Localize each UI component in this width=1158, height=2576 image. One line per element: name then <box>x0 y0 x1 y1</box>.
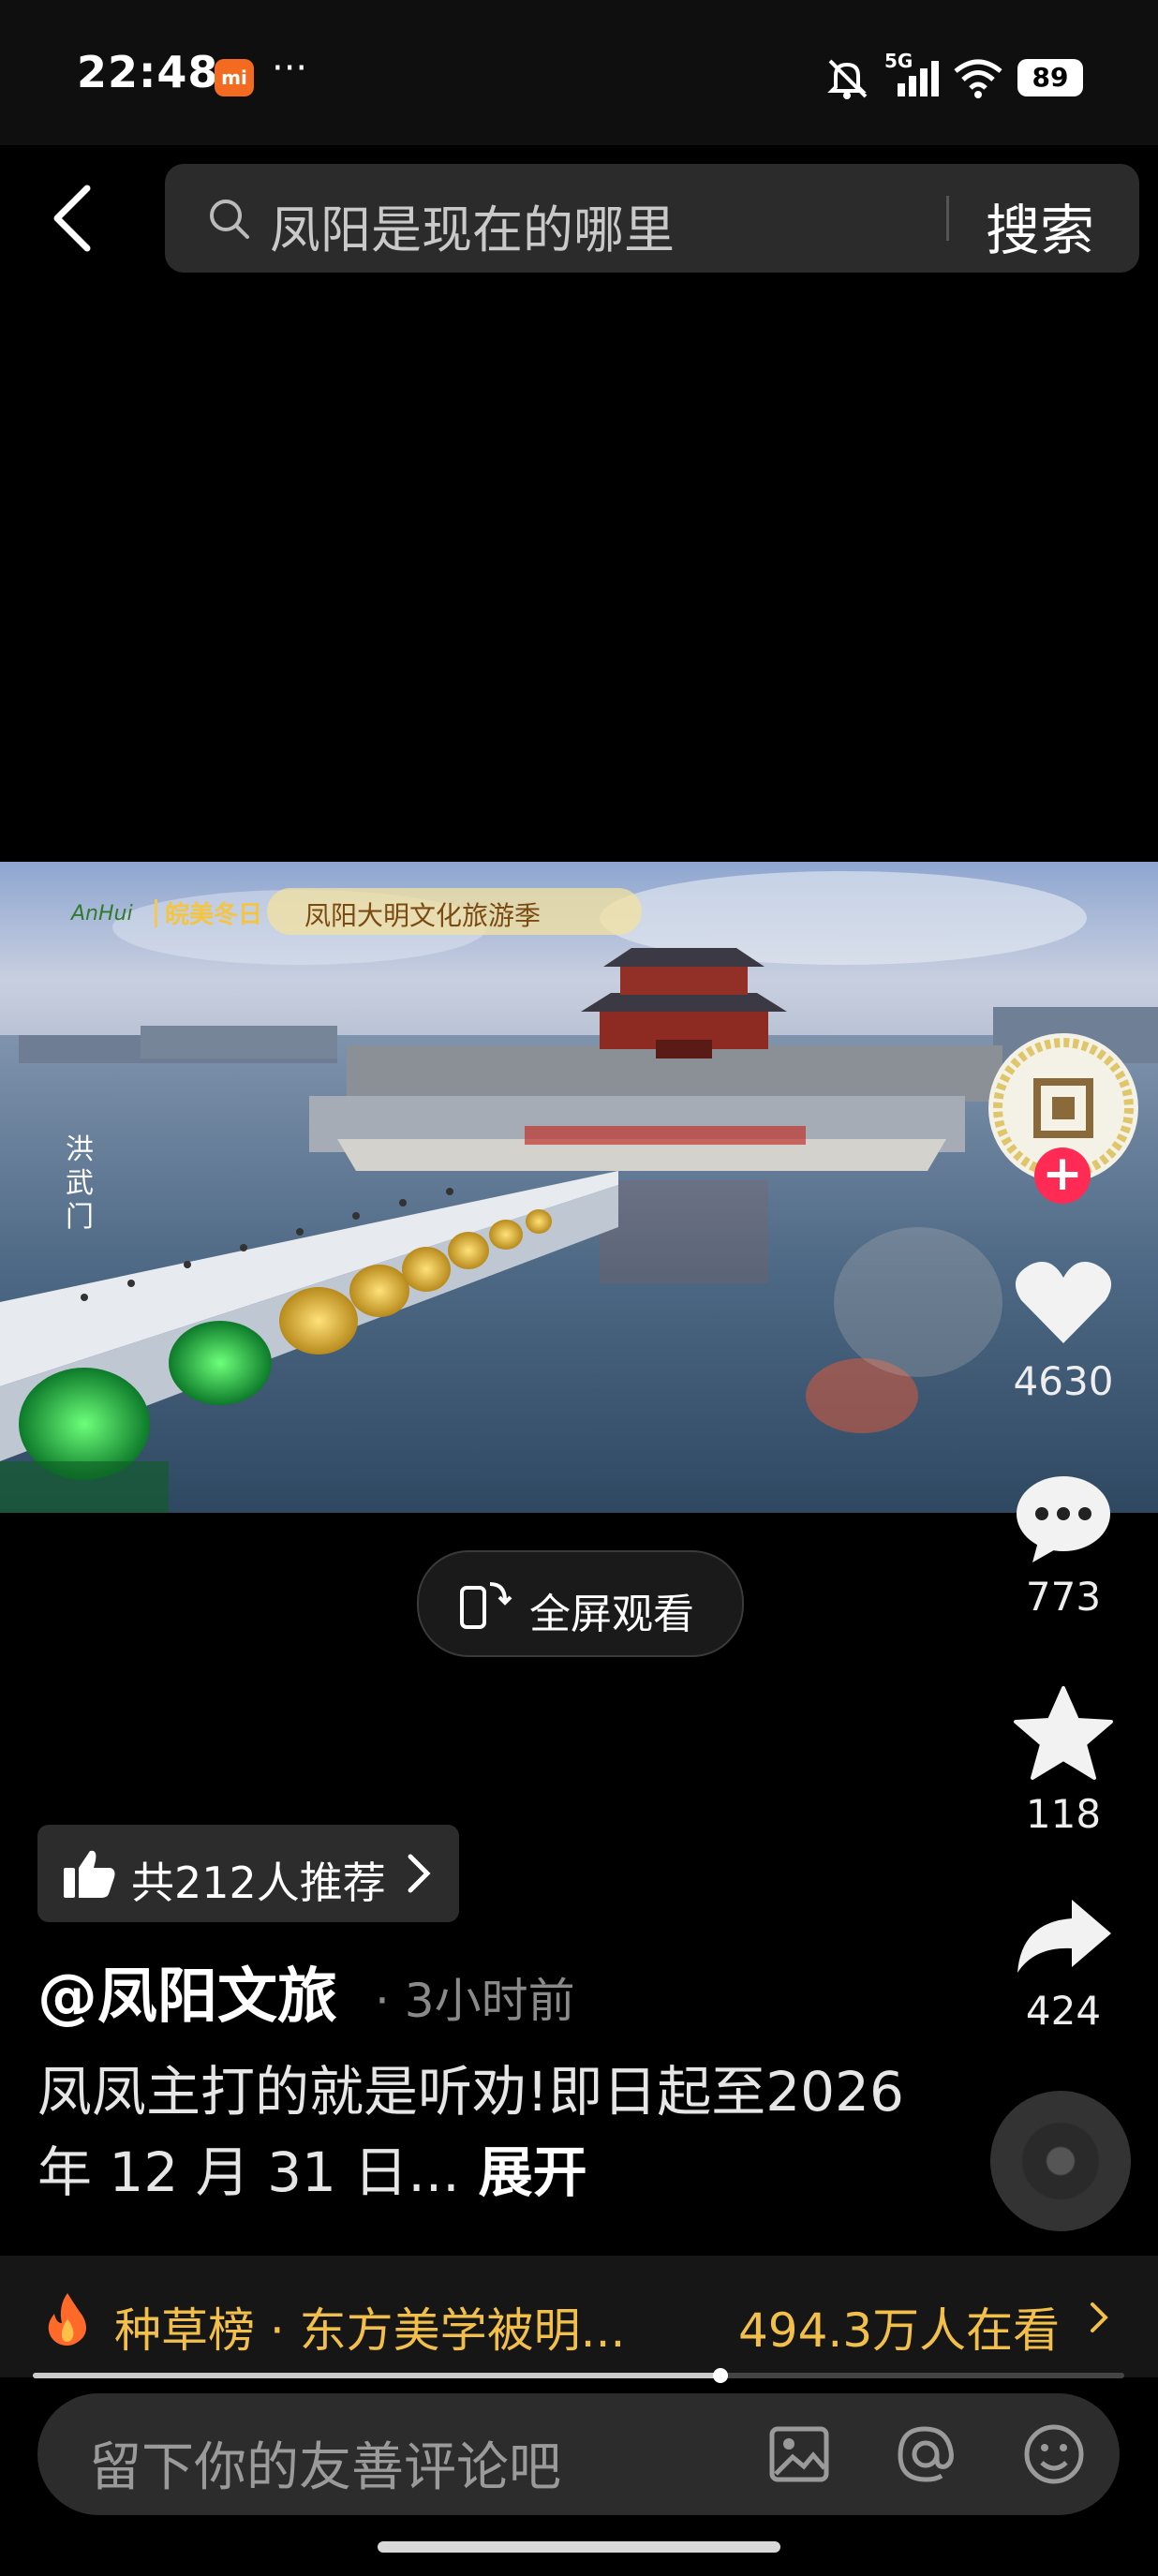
image-icon[interactable] <box>766 2421 832 2487</box>
video-frame: AnHui <box>0 862 1158 1513</box>
mi-notification-icon: mi <box>215 59 254 96</box>
caption[interactable]: 凤凤主打的就是听劝!即日起至2026 年 12 月 31 日... 展开 <box>37 2051 956 2213</box>
like-action[interactable]: 4630 <box>993 1255 1134 1404</box>
video-player[interactable]: AnHui 皖美冬日 凤阳大明文化旅游季 洪武门 <box>0 862 1158 1513</box>
trending-title: 种草榜 · 东方美学被明... <box>114 2303 626 2358</box>
search-divider <box>946 196 949 241</box>
back-arrow-icon[interactable] <box>42 181 108 256</box>
search-icon <box>210 200 249 239</box>
clock: 22:48 <box>77 47 219 97</box>
heart-icon <box>1015 1262 1112 1343</box>
favorite-count: 118 <box>1025 1791 1102 1837</box>
home-indicator[interactable] <box>378 2541 780 2553</box>
video-banner: 凤阳大明文化旅游季 <box>304 900 542 931</box>
share-count: 424 <box>1025 1988 1102 2034</box>
follow-button[interactable]: + <box>1034 1147 1091 1204</box>
video-tag: 皖美冬日 <box>165 901 263 929</box>
comment-placeholder: 留下你的友善评论吧 <box>89 2437 561 2498</box>
trending-viewers: 494.3万人在看 <box>738 2303 1061 2358</box>
top-bar: 凤阳是现在的哪里 搜索 <box>0 145 1158 286</box>
search-input[interactable]: 凤阳是现在的哪里 <box>270 188 675 262</box>
star-icon <box>1014 1686 1113 1780</box>
progress-handle[interactable] <box>712 2368 728 2383</box>
chevron-right-icon <box>1091 2302 1108 2332</box>
favorite-action[interactable]: 118 <box>993 1684 1134 1837</box>
fullscreen-button[interactable]: 全屏观看 <box>417 1550 744 1657</box>
expand-link[interactable]: 展开 <box>479 2140 587 2204</box>
mute-bell-icon <box>827 59 868 99</box>
thumbs-up-icon <box>64 1850 115 1898</box>
chevron-right-icon <box>408 1854 431 1893</box>
rotate-screen-icon <box>460 1582 512 1629</box>
trending-bar[interactable]: 种草榜 · 东方美学被明... 494.3万人在看 <box>0 2256 1158 2377</box>
recommend-chip[interactable]: 共212人推荐 <box>37 1825 459 1922</box>
caption-text: 凤凤主打的就是听劝!即日起至2026 年 12 月 31 日... <box>37 2060 904 2204</box>
search-bar[interactable]: 凤阳是现在的哪里 搜索 <box>165 164 1139 273</box>
comment-bubble-icon <box>1017 1476 1110 1562</box>
author-name[interactable]: @凤阳文旅 <box>37 1948 337 2035</box>
status-bar: 22:48 mi ··· 5G 89 <box>0 0 1158 145</box>
svg-text:AnHui: AnHui <box>69 902 133 925</box>
cellular-signal-icon: 5G <box>884 50 939 100</box>
progress-fill <box>33 2373 720 2378</box>
place-label: 洪武门 <box>66 1133 94 1234</box>
comment-action[interactable]: 773 <box>993 1471 1134 1620</box>
video-progress-bar[interactable] <box>33 2368 1124 2383</box>
fullscreen-label: 全屏观看 <box>529 1591 694 1638</box>
at-mention-icon[interactable] <box>893 2421 958 2487</box>
share-arrow-icon <box>1017 1900 1111 1973</box>
status-icons: 5G 89 <box>823 50 1083 103</box>
fire-icon <box>48 2293 86 2346</box>
like-count: 4630 <box>1013 1358 1114 1404</box>
post-time: · 3小时前 <box>375 1974 575 2028</box>
recommend-label: 共212人推荐 <box>131 1858 386 1908</box>
battery-indicator: 89 <box>1017 58 1083 96</box>
comment-input[interactable]: 留下你的友善评论吧 <box>37 2393 1120 2515</box>
comment-count: 773 <box>1025 1574 1102 1620</box>
search-button[interactable]: 搜索 <box>986 186 1094 265</box>
emoji-icon[interactable] <box>1021 2421 1087 2487</box>
share-action[interactable]: 424 <box>993 1894 1134 2034</box>
music-disc-icon[interactable] <box>990 2091 1131 2231</box>
wifi-icon <box>954 59 1002 98</box>
more-notifications-icon: ··· <box>272 47 308 90</box>
